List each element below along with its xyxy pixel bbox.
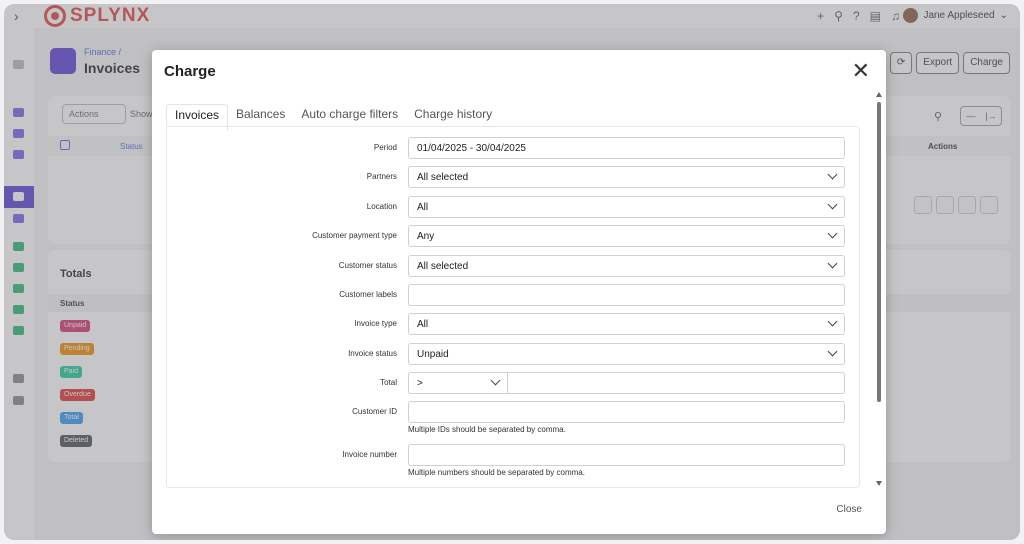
location-row: Location All bbox=[167, 196, 859, 218]
customer-status-select[interactable]: All selected bbox=[408, 255, 845, 277]
customer-id-hint: Multiple IDs should be separated by comm… bbox=[408, 425, 566, 434]
invoice-status-value: Unpaid bbox=[417, 349, 449, 360]
invoice-number-input[interactable] bbox=[408, 444, 845, 466]
period-row: Period 01/04/2025 - 30/04/2025 bbox=[167, 137, 859, 159]
close-button[interactable]: Close bbox=[836, 504, 862, 515]
customer-labels-label: Customer labels bbox=[339, 290, 397, 299]
payment-type-value: Any bbox=[417, 231, 435, 242]
partners-value: All selected bbox=[417, 172, 469, 183]
invoice-status-label: Invoice status bbox=[348, 349, 397, 358]
chevron-down-icon bbox=[490, 375, 501, 386]
invoice-type-row: Invoice type All bbox=[167, 313, 859, 335]
invoice-status-select[interactable]: Unpaid bbox=[408, 343, 845, 365]
total-row: Total > bbox=[167, 372, 859, 394]
invoice-status-row: Invoice status Unpaid bbox=[167, 343, 859, 365]
dialog-title: Charge bbox=[164, 63, 216, 80]
payment-type-select[interactable]: Any bbox=[408, 225, 845, 247]
invoice-number-label: Invoice number bbox=[342, 450, 397, 459]
scroll-down-icon[interactable] bbox=[876, 481, 882, 486]
chevron-down-icon bbox=[827, 169, 838, 180]
partners-select[interactable]: All selected bbox=[408, 166, 845, 188]
invoices-filter-panel: Period 01/04/2025 - 30/04/2025 Partners … bbox=[166, 126, 860, 488]
total-operator-select[interactable]: > bbox=[408, 372, 508, 394]
total-operator-value: > bbox=[417, 378, 423, 389]
close-icon[interactable]: ✕ bbox=[852, 60, 870, 82]
chevron-down-icon bbox=[827, 228, 838, 239]
chevron-down-icon bbox=[827, 316, 838, 327]
payment-type-row: Customer payment type Any bbox=[167, 225, 859, 247]
location-select[interactable]: All bbox=[408, 196, 845, 218]
chevron-down-icon bbox=[827, 199, 838, 210]
charge-dialog: Charge ✕ Invoices Balances Auto charge f… bbox=[152, 50, 886, 534]
customer-status-label: Customer status bbox=[338, 261, 397, 270]
customer-id-row: Customer ID bbox=[167, 401, 859, 423]
period-input[interactable]: 01/04/2025 - 30/04/2025 bbox=[408, 137, 845, 159]
customer-id-input[interactable] bbox=[408, 401, 845, 423]
partners-label: Partners bbox=[366, 172, 397, 181]
chevron-down-icon bbox=[827, 346, 838, 357]
customer-status-value: All selected bbox=[417, 261, 469, 272]
location-label: Location bbox=[366, 202, 397, 211]
partners-row: Partners All selected bbox=[167, 166, 859, 188]
customer-id-label: Customer ID bbox=[352, 407, 397, 416]
total-value-input[interactable] bbox=[507, 372, 845, 394]
invoice-number-row: Invoice number bbox=[167, 444, 859, 466]
invoice-type-select[interactable]: All bbox=[408, 313, 845, 335]
total-label: Total bbox=[380, 378, 397, 387]
dialog-scrollbar[interactable] bbox=[876, 92, 882, 486]
chevron-down-icon bbox=[827, 258, 838, 269]
customer-labels-row: Customer labels bbox=[167, 284, 859, 306]
invoice-number-hint: Multiple numbers should be separated by … bbox=[408, 468, 585, 477]
customer-status-row: Customer status All selected bbox=[167, 255, 859, 277]
payment-type-label: Customer payment type bbox=[312, 231, 397, 240]
invoice-type-value: All bbox=[417, 319, 429, 330]
scroll-up-icon[interactable] bbox=[876, 92, 882, 97]
scroll-thumb[interactable] bbox=[877, 102, 881, 402]
app-window: › SPLYNX + ⚲ ? ▤ ♫ Jane Appleseed ⌄ Fina… bbox=[4, 4, 1020, 540]
invoice-type-label: Invoice type bbox=[354, 319, 397, 328]
period-label: Period bbox=[373, 143, 397, 152]
customer-labels-input[interactable] bbox=[408, 284, 845, 306]
location-value: All bbox=[417, 202, 429, 213]
